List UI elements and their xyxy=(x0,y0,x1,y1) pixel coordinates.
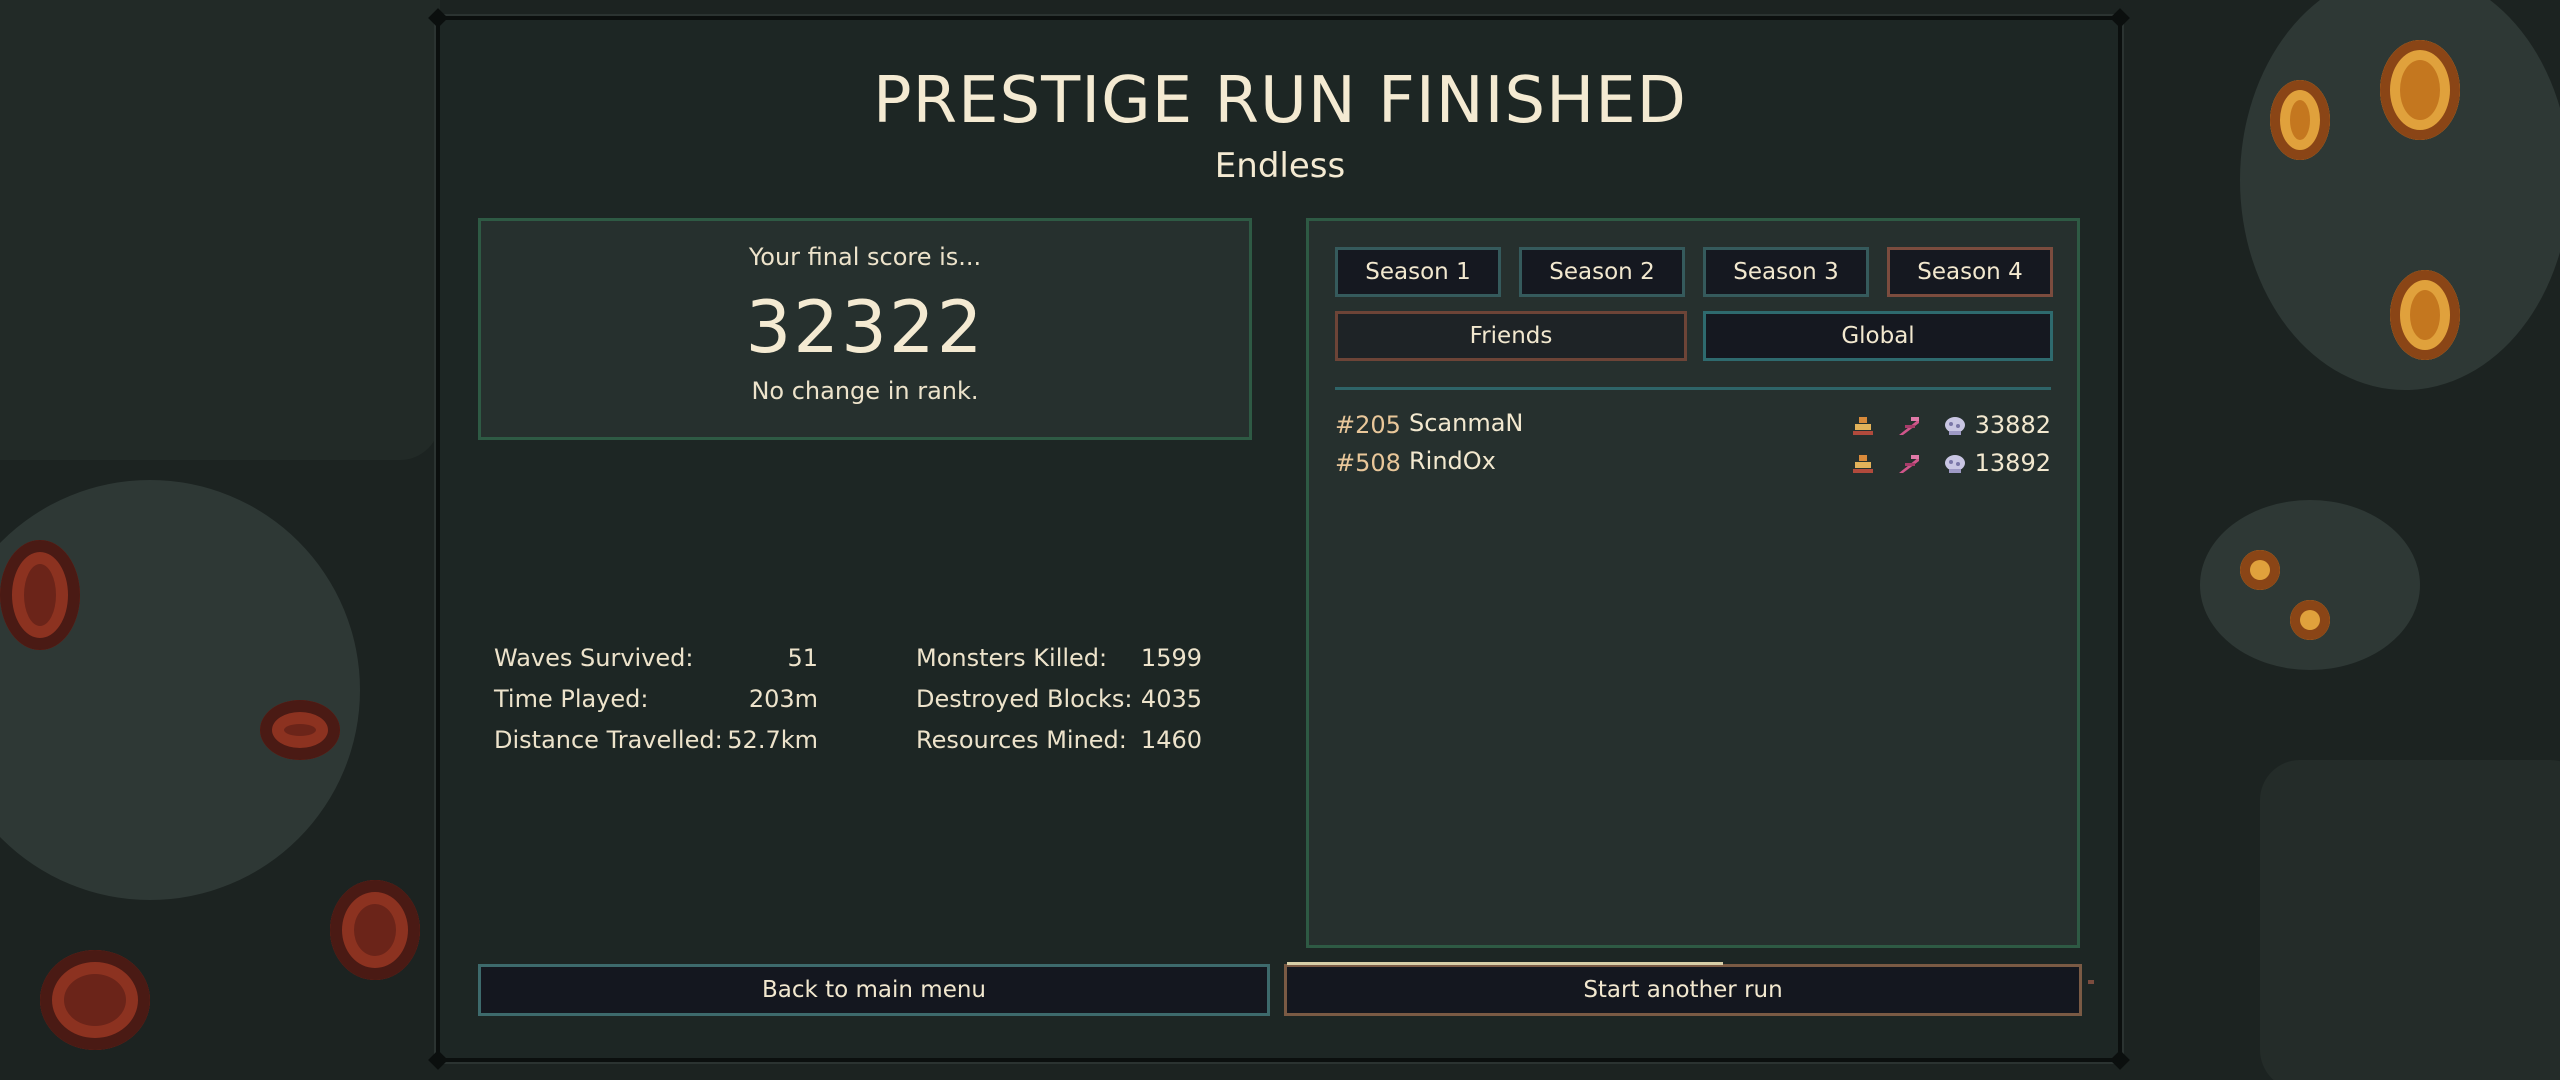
stat-row: Destroyed Blocks: 4035 xyxy=(916,685,1202,721)
score-intro: Your final score is... xyxy=(748,243,982,271)
stat-row: Waves Survived: 51 xyxy=(494,644,818,680)
page-title: PRESTIGE RUN FINISHED xyxy=(873,64,1687,138)
final-score: 32322 xyxy=(745,285,985,369)
leaderboard-score: 33882 xyxy=(1974,411,2051,439)
game-mode-label: Endless xyxy=(1214,146,1346,186)
gadget-icon xyxy=(1945,417,1965,435)
rank-change: No change in rank. xyxy=(751,377,979,405)
button-edge-marker xyxy=(2088,980,2094,984)
stat-value: 4035 xyxy=(1140,685,1202,713)
leaderboard-player-name: RindOx xyxy=(1409,447,1496,475)
stat-value: 1599 xyxy=(1140,644,1202,672)
stat-label: Time Played: xyxy=(494,685,649,713)
start-another-run-label: Start another run xyxy=(1583,977,1783,1003)
tab-season-4[interactable]: Season 4 xyxy=(1887,247,2053,297)
stat-value: 1460 xyxy=(1140,726,1202,754)
drill-icon xyxy=(1899,417,1919,435)
leaderboard-score: 13892 xyxy=(1974,449,2051,477)
tab-season-2[interactable]: Season 2 xyxy=(1519,247,1685,297)
score-box: Your final score is... 32322 No change i… xyxy=(478,218,1252,440)
stat-row: Distance Travelled: 52.7km xyxy=(494,726,818,762)
leaderboard-divider xyxy=(1335,387,2051,390)
back-to-main-menu-button[interactable]: Back to main menu xyxy=(478,964,1270,1016)
tab-season-1[interactable]: Season 1 xyxy=(1335,247,1501,297)
leaderboard-player-name: ScanmaN xyxy=(1409,409,1524,437)
stat-label: Monsters Killed: xyxy=(916,644,1108,672)
leaderboard-rank: #508 xyxy=(1335,449,1401,477)
stat-value: 52.7km xyxy=(727,726,818,754)
stat-value: 203m xyxy=(748,685,818,713)
stat-label: Distance Travelled: xyxy=(494,726,723,754)
stat-row: Monsters Killed: 1599 xyxy=(916,644,1202,680)
stat-value: 51 xyxy=(787,644,818,672)
stat-row: Time Played: 203m xyxy=(494,685,818,721)
leaderboard-rank: #205 xyxy=(1335,411,1401,439)
tab-friends[interactable]: Friends xyxy=(1335,311,1687,361)
tab-season-3[interactable]: Season 3 xyxy=(1703,247,1869,297)
leaderboard-panel: Season 1 Season 2 Season 3 Season 4 Frie… xyxy=(1306,218,2080,948)
stat-label: Waves Survived: xyxy=(494,644,694,672)
drill-icon xyxy=(1899,455,1919,473)
stat-label: Resources Mined: xyxy=(916,726,1127,754)
gadget-icon xyxy=(1945,455,1965,473)
keeper-icon xyxy=(1853,417,1873,435)
keeper-icon xyxy=(1853,455,1873,473)
stat-row: Resources Mined: 1460 xyxy=(916,726,1202,762)
start-hold-progress xyxy=(1287,962,1723,965)
leaderboard-row: #508 RindOx 13892 xyxy=(1335,447,2051,483)
leaderboard-row: #205 ScanmaN 33882 xyxy=(1335,409,2051,445)
stat-label: Destroyed Blocks: xyxy=(916,685,1133,713)
tab-global[interactable]: Global xyxy=(1703,311,2053,361)
start-another-run-button[interactable]: Start another run xyxy=(1284,962,2082,1016)
